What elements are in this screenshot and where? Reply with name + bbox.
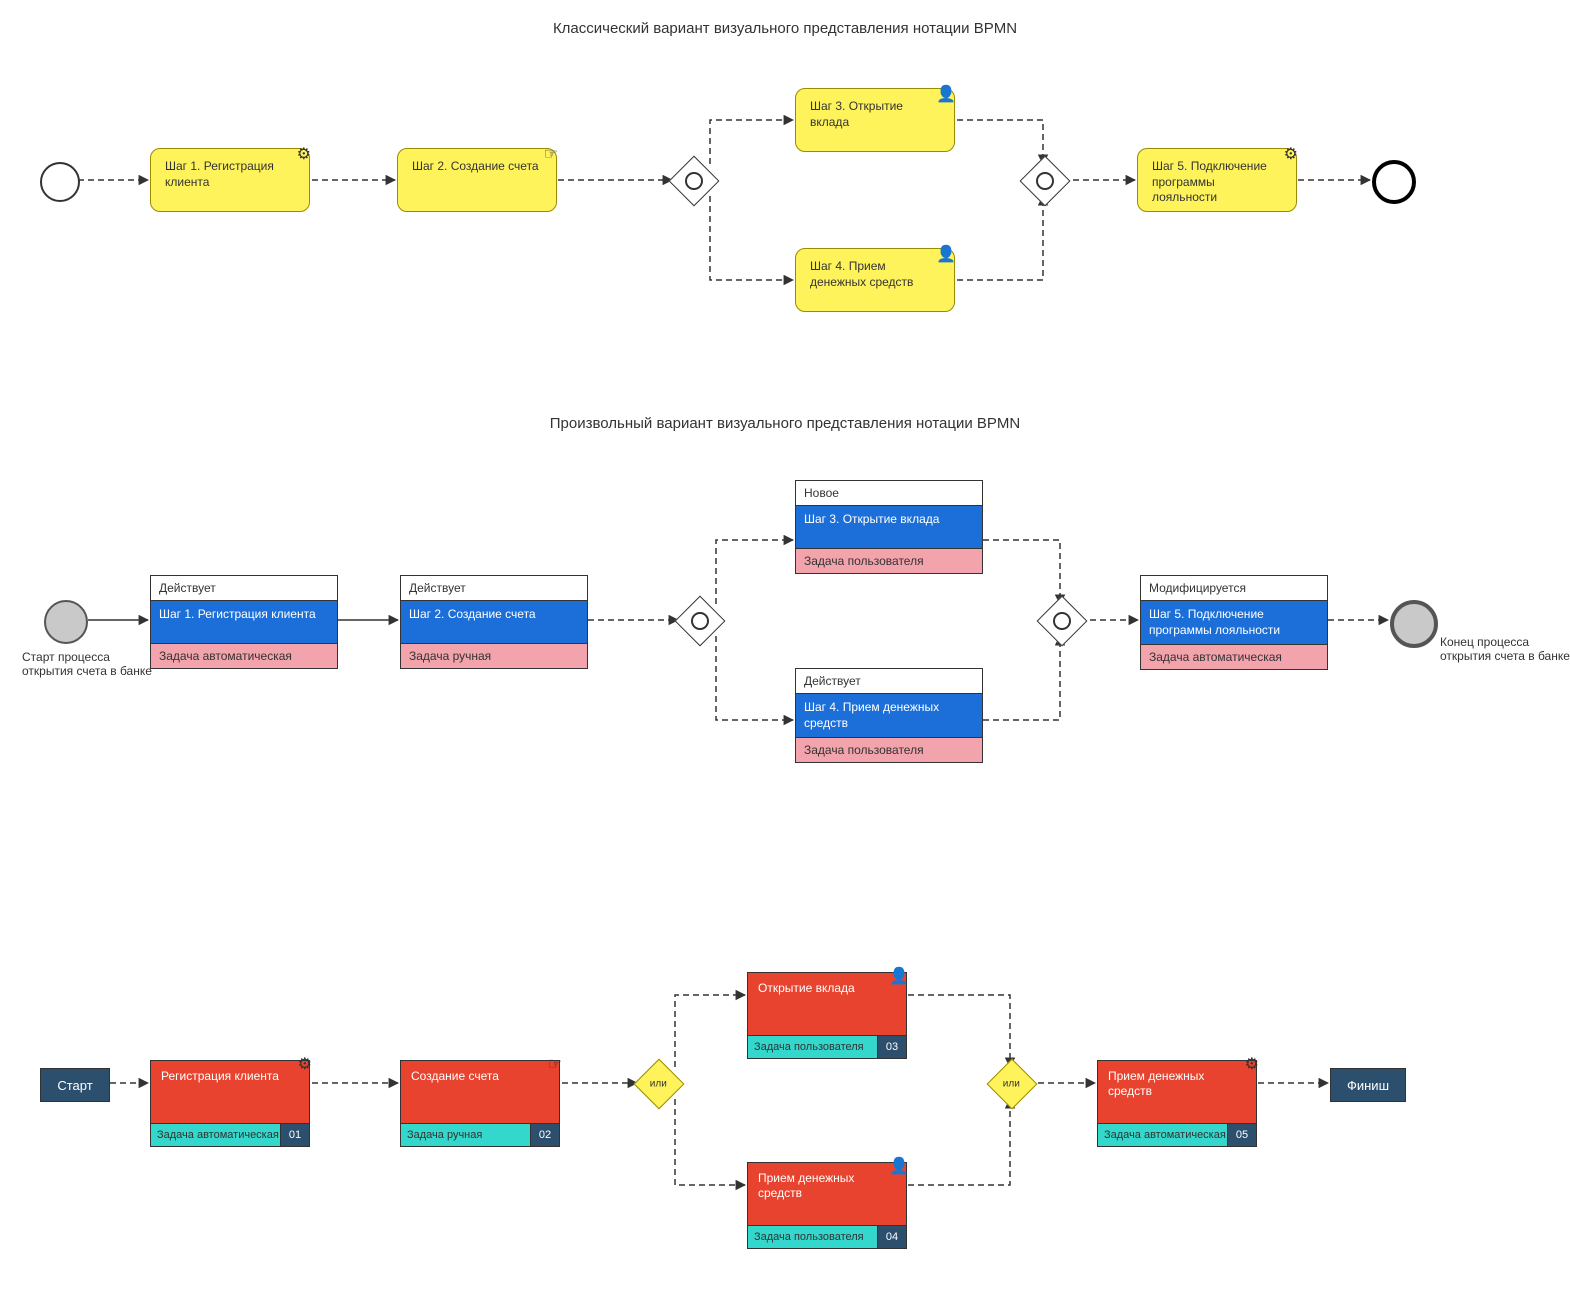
task-num: 03 [878,1036,906,1058]
task-name: Шаг 5. Подключение программы лояльности [1141,601,1327,645]
task-status: Действует [796,669,982,694]
task-type: Задача автоматическая [1141,645,1327,669]
task-type: Задача ручная [401,1124,531,1146]
gear-icon: ⚙ [1284,145,1298,166]
gear-icon: ⚙ [298,1054,312,1074]
task-status: Новое [796,481,982,506]
end-caption: Конец процесса открытия счета в банке [1440,635,1570,663]
task-num: 04 [878,1226,906,1248]
start-event-2 [44,600,88,644]
task-status: Действует [401,576,587,601]
user-icon: 👤 [936,85,956,106]
gateway-split-2 [675,596,726,647]
task3-3: Открытие вклада Задача пользователя 03 👤 [747,972,907,1059]
task-label: Шаг 5. Подключение программы лояльности [1152,159,1267,204]
task-type: Задача автоматическая [1098,1124,1228,1146]
task-name: Открытие вклада [747,972,907,1036]
task-step5: Шаг 5. Подключение программы лояльности … [1137,148,1297,212]
task-type: Задача автоматическая [151,644,337,668]
task-type: Задача пользователя [796,549,982,573]
hand-icon: ☞ [544,145,558,166]
task-name: Шаг 1. Регистрация клиента [151,601,337,644]
task-name: Создание счета [400,1060,560,1124]
user-icon: 👤 [889,1156,909,1176]
task-status: Модифицируется [1141,576,1327,601]
task-name: Шаг 4. Прием денежных средств [796,694,982,738]
task-step2: Шаг 2. Создание счета ☞ [397,148,557,212]
gateway-split-3: или [634,1059,685,1110]
task2-step4: Действует Шаг 4. Прием денежных средств … [795,668,983,763]
task-type: Задача пользователя [748,1036,878,1058]
start-event [40,162,80,202]
gateway-label: или [650,1078,667,1089]
task2-step3: Новое Шаг 3. Открытие вклада Задача поль… [795,480,983,574]
gateway-merge-3: или [987,1059,1038,1110]
user-icon: 👤 [936,245,956,266]
task-type: Задача автоматическая [151,1124,281,1146]
gateway-merge-2 [1037,596,1088,647]
task3-1: Регистрация клиента Задача автоматическа… [150,1060,310,1147]
task-name: Прием денежных средств [1097,1060,1257,1124]
task2-step5: Модифицируется Шаг 5. Подключение програ… [1140,575,1328,670]
task-type: Задача ручная [401,644,587,668]
task-name: Шаг 3. Открытие вклада [796,506,982,549]
task-step3: Шаг 3. Открытие вклада 👤 [795,88,955,152]
gear-icon: ⚙ [1245,1054,1259,1074]
finish-box: Финиш [1330,1068,1406,1102]
gear-icon: ⚙ [297,145,311,166]
task-num: 01 [281,1124,309,1146]
task2-step1: Действует Шаг 1. Регистрация клиента Зад… [150,575,338,669]
hand-icon: ☞ [548,1054,562,1074]
task-label: Шаг 4. Прием денежных средств [810,259,913,289]
task-label: Шаг 3. Открытие вклада [810,99,903,129]
task3-2: Создание счета Задача ручная 02 ☞ [400,1060,560,1147]
gateway-merge [1020,156,1071,207]
task2-step2: Действует Шаг 2. Создание счета Задача р… [400,575,588,669]
task-step1: Шаг 1. Регистрация клиента ⚙ [150,148,310,212]
task-status: Действует [151,576,337,601]
task-name: Прием денежных средств [747,1162,907,1226]
task3-5: Прием денежных средств Задача автоматиче… [1097,1060,1257,1147]
start-box: Старт [40,1068,110,1102]
task-label: Шаг 2. Создание счета [412,159,539,173]
end-event [1372,160,1416,204]
gateway-split [669,156,720,207]
gateway-label: или [1003,1078,1020,1089]
task-type: Задача пользователя [796,738,982,762]
task-name: Шаг 2. Создание счета [401,601,587,644]
end-event-2 [1390,600,1438,648]
section2-title: Произвольный вариант визуального предста… [0,415,1570,432]
task-label: Шаг 1. Регистрация клиента [165,159,274,189]
user-icon: 👤 [889,966,909,986]
start-caption: Старт процесса открытия счета в банке [22,650,162,678]
task3-4: Прием денежных средств Задача пользовате… [747,1162,907,1249]
task-type: Задача пользователя [748,1226,878,1248]
section1-title: Классический вариант визуального предста… [0,20,1570,37]
task-name: Регистрация клиента [150,1060,310,1124]
task-step4: Шаг 4. Прием денежных средств 👤 [795,248,955,312]
task-num: 02 [531,1124,559,1146]
task-num: 05 [1228,1124,1256,1146]
